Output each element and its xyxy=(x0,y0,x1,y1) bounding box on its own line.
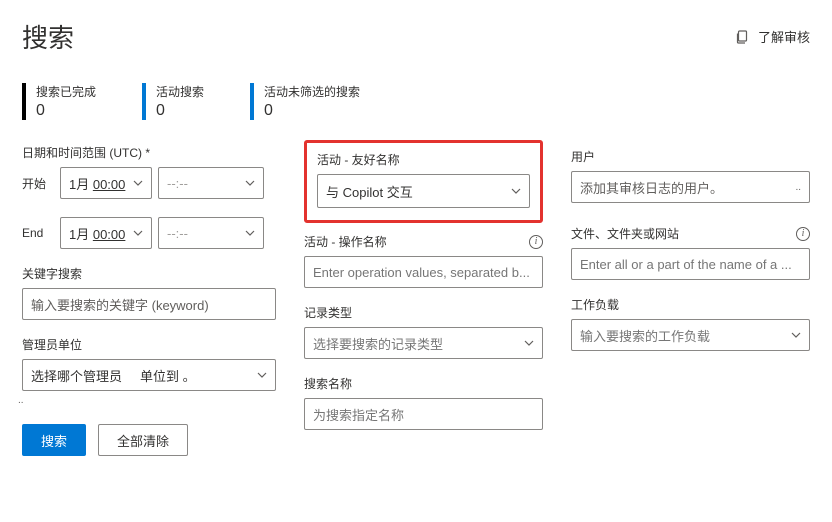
admin-unit-label: 管理员单位 xyxy=(22,336,276,353)
record-type-placeholder: 选择要搜索的记录类型 xyxy=(313,334,443,353)
chevron-down-icon xyxy=(257,372,267,378)
admin-unit-select[interactable]: 选择哪个管理员 单位到 。 xyxy=(22,359,276,391)
stat-unfiltered-label: 活动未筛选的搜索 xyxy=(264,83,360,100)
user-placeholder: 添加其审核日志的用户。 xyxy=(580,178,723,197)
search-name-label: 搜索名称 xyxy=(304,375,543,392)
start-label: 开始 xyxy=(22,175,54,192)
chevron-down-icon xyxy=(524,340,534,346)
chevron-down-icon xyxy=(511,188,521,194)
admin-text-a: 选择哪个管理员 xyxy=(31,366,122,385)
workload-placeholder: 输入要搜索的工作负载 xyxy=(580,326,710,345)
search-button[interactable]: 搜索 xyxy=(22,424,86,456)
operation-name-input[interactable]: Enter operation values, separated b... xyxy=(304,256,543,288)
page-title: 搜索 xyxy=(22,18,74,55)
user-label: 用户 xyxy=(571,148,810,165)
workload-label: 工作负载 xyxy=(571,296,810,313)
end-date-value: 1月 00:00 xyxy=(69,224,125,243)
file-label: 文件、文件夹或网站 xyxy=(571,225,679,242)
keyword-placeholder: 输入要搜索的关键字 (keyword) xyxy=(31,295,209,314)
clear-all-button[interactable]: 全部清除 xyxy=(98,424,188,456)
stat-active-label: 活动搜索 xyxy=(156,83,204,100)
daterange-label: 日期和时间范围 (UTC) * xyxy=(22,144,276,161)
info-icon[interactable]: i xyxy=(796,227,810,241)
stat-completed: 搜索已完成 0 xyxy=(22,83,96,120)
highlighted-region: 活动 - 友好名称 与 Copilot 交互 xyxy=(304,140,543,223)
overflow-dots: .. xyxy=(18,395,24,412)
file-input[interactable]: Enter all or a part of the name of a ... xyxy=(571,248,810,280)
keyword-label: 关键字搜索 xyxy=(22,265,276,282)
user-input[interactable]: 添加其审核日志的用户。 .. xyxy=(571,171,810,203)
copy-icon xyxy=(734,29,750,45)
overflow-dots: .. xyxy=(795,182,801,193)
friendly-name-value: 与 Copilot 交互 xyxy=(326,182,413,201)
start-date-picker[interactable]: 1月 00:00 xyxy=(60,167,152,199)
end-label: End xyxy=(22,226,54,240)
stat-active: 活动搜索 0 xyxy=(142,83,204,120)
start-date-value: 1月 00:00 xyxy=(69,174,125,193)
keyword-input[interactable]: 输入要搜索的关键字 (keyword) xyxy=(22,288,276,320)
learn-audit-label: 了解审核 xyxy=(758,27,810,46)
chevron-down-icon xyxy=(133,230,143,236)
search-name-placeholder: 为搜索指定名称 xyxy=(313,405,404,424)
friendly-name-select[interactable]: 与 Copilot 交互 xyxy=(317,174,530,208)
friendly-name-label: 活动 - 友好名称 xyxy=(317,151,530,168)
chevron-down-icon xyxy=(245,180,255,186)
start-time-placeholder: --:-- xyxy=(167,176,188,191)
end-date-picker[interactable]: 1月 00:00 xyxy=(60,217,152,249)
chevron-down-icon xyxy=(791,332,801,338)
chevron-down-icon xyxy=(245,230,255,236)
stat-active-value: 0 xyxy=(156,102,204,120)
stat-unfiltered-value: 0 xyxy=(264,102,360,120)
stat-completed-value: 0 xyxy=(36,102,96,120)
stat-completed-label: 搜索已完成 xyxy=(36,83,96,100)
search-name-input[interactable]: 为搜索指定名称 xyxy=(304,398,543,430)
info-icon[interactable]: i xyxy=(529,235,543,249)
file-placeholder: Enter all or a part of the name of a ... xyxy=(580,257,792,272)
end-time-picker[interactable]: --:-- xyxy=(158,217,264,249)
learn-audit-link[interactable]: 了解审核 xyxy=(734,27,810,46)
stats-row: 搜索已完成 0 活动搜索 0 活动未筛选的搜索 0 xyxy=(22,83,810,120)
operation-name-placeholder: Enter operation values, separated b... xyxy=(313,265,530,280)
operation-name-label: 活动 - 操作名称 xyxy=(304,233,387,250)
record-type-select[interactable]: 选择要搜索的记录类型 xyxy=(304,327,543,359)
workload-select[interactable]: 输入要搜索的工作负载 xyxy=(571,319,810,351)
record-type-label: 记录类型 xyxy=(304,304,543,321)
end-time-placeholder: --:-- xyxy=(167,226,188,241)
admin-text-b: 单位到 。 xyxy=(140,366,196,385)
start-time-picker[interactable]: --:-- xyxy=(158,167,264,199)
chevron-down-icon xyxy=(133,180,143,186)
stat-unfiltered: 活动未筛选的搜索 0 xyxy=(250,83,360,120)
